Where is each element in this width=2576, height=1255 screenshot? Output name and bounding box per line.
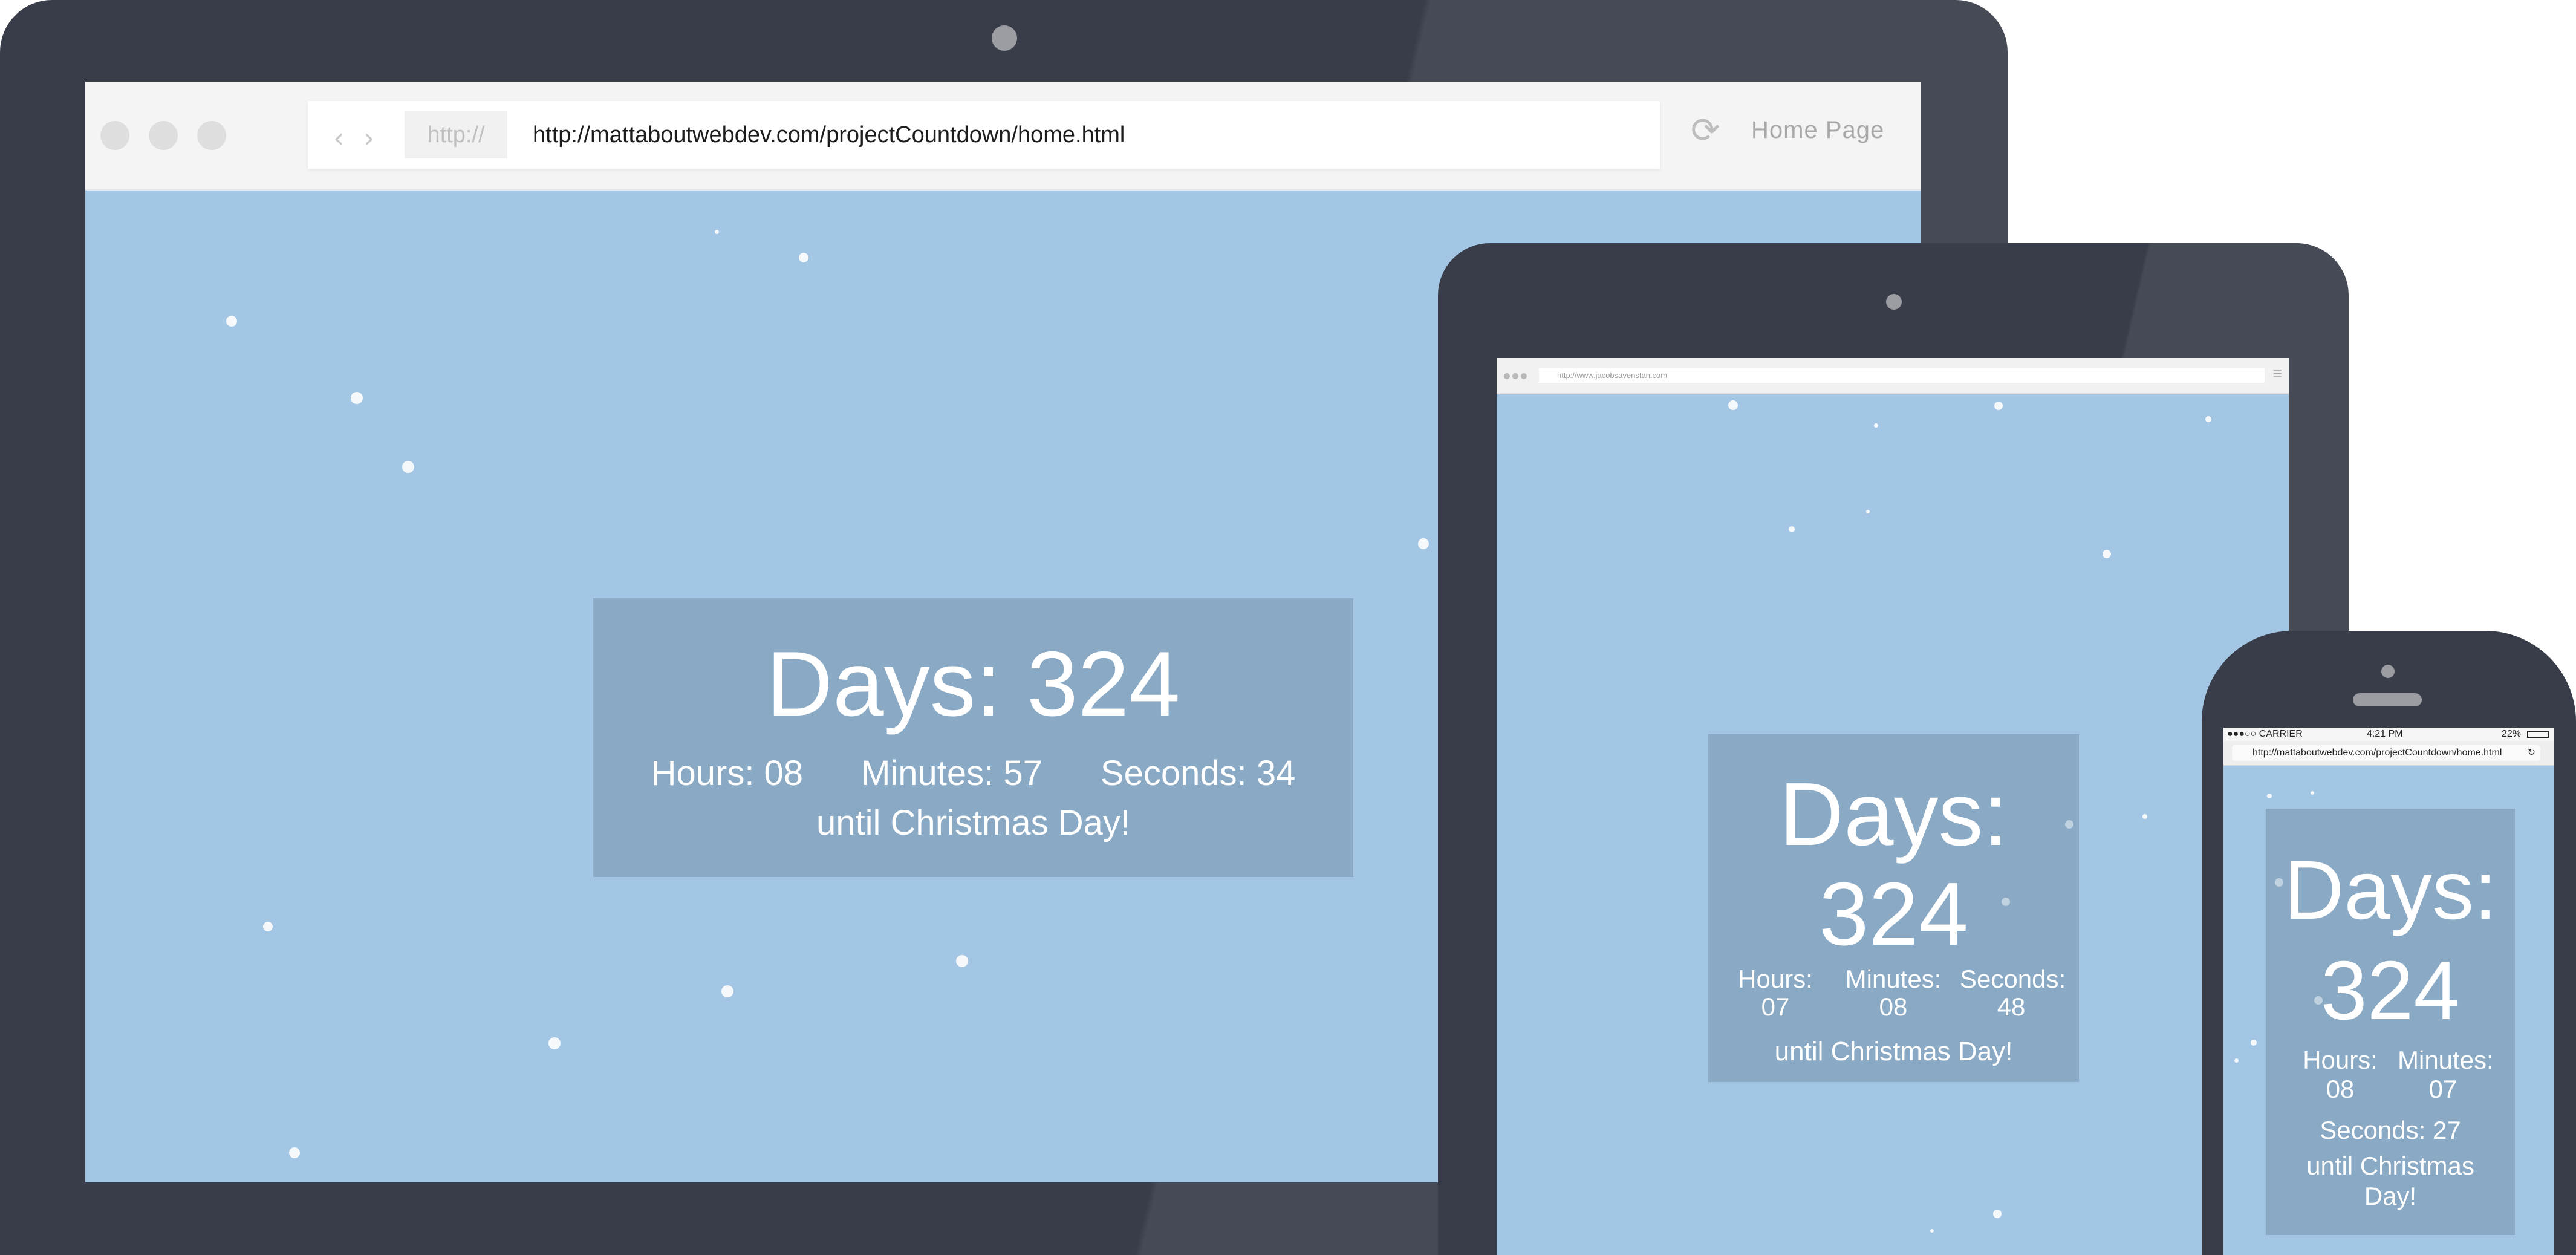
seconds-counter: Seconds: 27 xyxy=(2320,1116,2461,1144)
phone-speaker xyxy=(2353,693,2422,706)
snowflake xyxy=(548,1037,561,1049)
device-mockup-stage: ‹ › http:// http://mattaboutwebdev.com/p… xyxy=(0,0,2576,1255)
url-text[interactable]: http://mattaboutwebdev.com/projectCountd… xyxy=(533,101,1125,169)
address-bar[interactable]: http://mattaboutwebdev.com/projectCountd… xyxy=(2232,745,2540,761)
url-text[interactable]: http://www.jacobsavenstan.com xyxy=(1539,371,1667,380)
minutes-counter: Minutes: 57 xyxy=(861,754,1042,793)
snowflake xyxy=(2267,794,2272,798)
countdown-caption: until Christmas Day! xyxy=(2306,1152,2474,1210)
url-text[interactable]: http://mattaboutwebdev.com/projectCountd… xyxy=(2232,748,2502,758)
countdown-box: Days: 324 Hours: 07 Minutes: 08 Seconds:… xyxy=(1708,734,2079,1082)
home-page-link[interactable]: Home Page xyxy=(1751,117,1884,144)
snowflake xyxy=(1789,526,1795,532)
snowflake xyxy=(2234,1058,2239,1063)
countdown-box: Days: 324 Hours: 08 Minutes: 07 Seconds:… xyxy=(2266,809,2515,1235)
snowflake xyxy=(1728,400,1738,410)
snowflake xyxy=(2275,878,2283,887)
hours-counter: Hours: 08 xyxy=(2303,1046,2378,1103)
hours-counter: Hours: 07 xyxy=(1738,965,1813,1021)
phone-screen: ●●●○○ CARRIER 4:21 PM 22% http://mattabo… xyxy=(2223,728,2554,1255)
tablet-screen: http://www.jacobsavenstan.com ☰ Days: 32… xyxy=(1497,358,2289,1255)
seconds-counter: Seconds: 34 xyxy=(1100,754,1296,793)
minutes-counter: Minutes: 08 xyxy=(1845,965,1942,1021)
tablet-browser-toolbar: http://www.jacobsavenstan.com ☰ xyxy=(1497,358,2289,394)
snowflake xyxy=(715,230,719,234)
window-close-dot[interactable] xyxy=(100,121,129,150)
battery-label: 22% xyxy=(2502,729,2522,739)
seconds-counter: Seconds: 48 xyxy=(1960,965,2066,1021)
window-dot xyxy=(1504,373,1510,379)
address-bar[interactable]: http://www.jacobsavenstan.com xyxy=(1539,368,2265,383)
clock-label: 4:21 PM xyxy=(2367,729,2403,739)
status-bar: ●●●○○ CARRIER 4:21 PM 22% xyxy=(2223,728,2554,741)
reload-icon[interactable]: ⟳ xyxy=(1691,109,1720,151)
snowflake xyxy=(1994,402,2003,410)
window-dot xyxy=(1512,373,1518,379)
snowflake xyxy=(799,253,808,262)
countdown-caption: until Christmas Day! xyxy=(816,803,1130,843)
days-counter: Days: 324 xyxy=(1779,764,2008,964)
countdown-box: Days: 324 Hours: 08 Minutes: 57 Seconds: 3… xyxy=(593,598,1353,877)
days-counter: Days: 324 xyxy=(766,633,1180,735)
laptop-browser-toolbar: ‹ › http:// http://mattaboutwebdev.com/p… xyxy=(85,82,1921,191)
snowflake xyxy=(2142,814,2147,819)
battery-icon xyxy=(2527,731,2549,738)
days-counter: Days: 324 xyxy=(2283,844,2497,1037)
carrier-label: ●●●○○ CARRIER xyxy=(2227,729,2303,739)
snowflake xyxy=(226,316,237,327)
snowflake xyxy=(2314,996,2323,1005)
time-breakdown: Hours: 07 Minutes: 08 Seconds: 48 xyxy=(1724,965,2066,1021)
snowflake xyxy=(402,461,414,473)
snowflake xyxy=(721,985,733,997)
snowflake xyxy=(263,922,273,931)
address-bar[interactable]: ‹ › http:// http://mattaboutwebdev.com/p… xyxy=(308,101,1660,169)
phone-camera xyxy=(2381,665,2395,678)
time-breakdown: Hours: 08 Minutes: 57 Seconds: 34 xyxy=(593,752,1353,795)
menu-icon[interactable]: ☰ xyxy=(2272,368,2282,380)
snowflake xyxy=(2311,791,2314,795)
countdown-caption: until Christmas Day! xyxy=(1774,1037,2013,1066)
snowflake xyxy=(1874,423,1878,428)
window-maximize-dot[interactable] xyxy=(197,121,226,150)
snowflake xyxy=(1866,510,1870,513)
snowflake xyxy=(1418,538,1429,549)
snowflake xyxy=(2205,416,2211,422)
protocol-label: http:// xyxy=(405,111,507,158)
snowflake xyxy=(956,955,968,967)
hours-counter: Hours: 08 xyxy=(651,754,804,793)
snowflake xyxy=(2103,550,2111,558)
minutes-counter: Minutes: 07 xyxy=(2398,1046,2494,1103)
snowflake xyxy=(2002,898,2010,906)
laptop-camera xyxy=(992,25,1017,51)
snowflake xyxy=(1930,1229,1934,1233)
snowflake xyxy=(289,1147,300,1158)
chevron-right-icon[interactable]: › xyxy=(363,122,374,154)
snowflake xyxy=(1993,1210,2002,1218)
phone-browser-toolbar: http://mattaboutwebdev.com/projectCountd… xyxy=(2223,741,2554,766)
chevron-left-icon[interactable]: ‹ xyxy=(333,122,344,154)
snowflake xyxy=(351,392,363,404)
tablet-camera xyxy=(1886,294,1902,310)
snowflake xyxy=(2065,820,2073,829)
snowflake xyxy=(2251,1040,2257,1046)
reload-icon[interactable]: ↻ xyxy=(2528,745,2535,761)
window-dot xyxy=(1521,373,1527,379)
window-minimize-dot[interactable] xyxy=(149,121,178,150)
time-breakdown: Hours: 08 Minutes: 07 xyxy=(2295,1046,2494,1104)
